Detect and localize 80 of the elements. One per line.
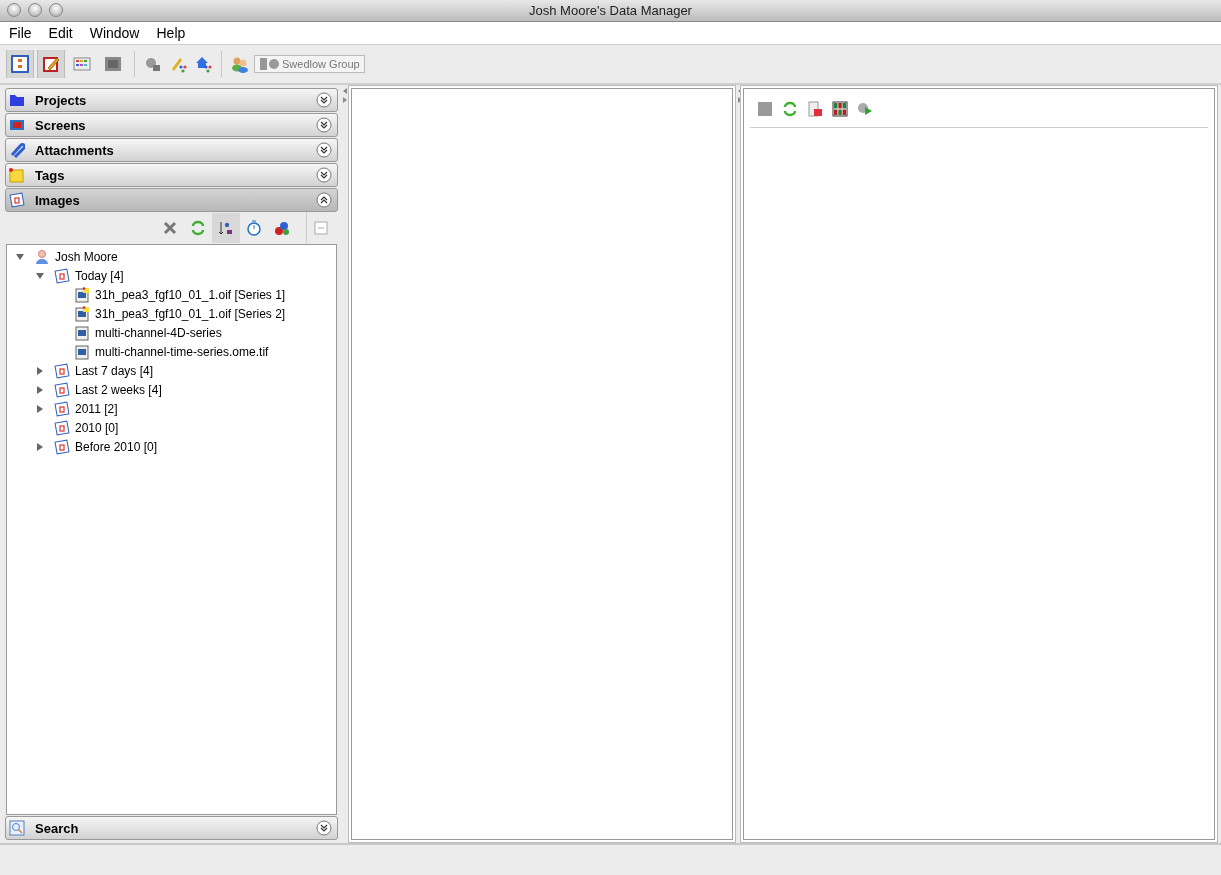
section-header[interactable]: Attachments: [5, 138, 338, 162]
tree-item[interactable]: Last 7 days [4]: [75, 363, 154, 378]
export-icon[interactable]: [807, 101, 823, 117]
person-icon: [34, 248, 50, 265]
paperclip-icon: [9, 142, 25, 158]
image-icon: [74, 343, 90, 360]
tree-view-button[interactable]: [6, 50, 34, 78]
splitter-arrows-icon[interactable]: [341, 88, 348, 104]
menu-item[interactable]: File: [9, 25, 43, 41]
calendar-icon: [54, 400, 70, 417]
folder-icon: [9, 92, 25, 108]
users-icon[interactable]: [231, 55, 249, 73]
tree-item[interactable]: multi-channel-4D-series: [95, 325, 222, 340]
pencil-icon[interactable]: [169, 55, 187, 73]
section-header[interactable]: Projects: [5, 88, 338, 112]
tag-icon: [9, 167, 25, 183]
tree-item[interactable]: Today [4]: [75, 268, 124, 283]
tree-item[interactable]: 31h_pea3_fgf10_01_1.oif [Series 2]: [95, 306, 286, 321]
sort-button[interactable]: [212, 213, 240, 243]
image-icon: [74, 324, 90, 341]
section-header[interactable]: Images: [5, 188, 338, 212]
grid-icon: [73, 55, 91, 73]
group-icon: [259, 58, 279, 70]
expand-icon[interactable]: [316, 142, 332, 158]
window-title: Josh Moore's Data Manager: [529, 3, 692, 18]
play-icon[interactable]: [857, 101, 873, 117]
house-icon[interactable]: [194, 55, 212, 73]
tagged-image-icon: [74, 286, 90, 303]
refresh-icon[interactable]: [782, 101, 798, 117]
calendar-icon: [9, 192, 25, 208]
screen-icon: [9, 117, 25, 133]
object-icon[interactable]: [144, 55, 162, 73]
tree-item[interactable]: multi-channel-time-series.ome.tif: [95, 344, 269, 359]
grid-icon[interactable]: [832, 101, 848, 117]
collapse-arrow-icon[interactable]: [15, 251, 25, 262]
tree-item[interactable]: Before 2010 [0]: [75, 439, 158, 454]
close-icon: [162, 220, 178, 236]
dots-icon: [274, 220, 290, 236]
refresh-icon: [190, 220, 206, 236]
section-header[interactable]: Tags: [5, 163, 338, 187]
calendar-icon: [54, 438, 70, 455]
collapse-arrow-icon[interactable]: [35, 270, 45, 281]
menu-item[interactable]: Window: [89, 25, 151, 41]
expand-arrow-icon[interactable]: [35, 384, 45, 395]
calendar-icon: [54, 362, 70, 379]
zoom-icon[interactable]: [49, 3, 63, 17]
menu-item[interactable]: Edit: [48, 25, 84, 41]
stopwatch-icon: [246, 220, 262, 236]
expand-icon[interactable]: [316, 167, 332, 183]
splitter-arrows-icon[interactable]: [736, 88, 743, 104]
tree-item[interactable]: 2011 [2]: [75, 401, 118, 416]
section-header[interactable]: Search: [5, 816, 338, 840]
tagged-image-icon: [74, 305, 90, 322]
collapse-icon[interactable]: [316, 192, 332, 208]
search-icon: [9, 820, 25, 836]
tree-item[interactable]: Josh Moore: [55, 249, 118, 264]
calendar-icon: [54, 419, 70, 436]
collapse-icon: [312, 220, 329, 236]
calendar-icon: [54, 381, 70, 398]
save-icon[interactable]: [757, 101, 773, 117]
expand-arrow-icon[interactable]: [35, 365, 45, 376]
expand-icon[interactable]: [316, 117, 332, 133]
tree-item[interactable]: Last 2 weeks [4]: [75, 382, 162, 397]
calendar-icon: [54, 267, 70, 284]
sort-icon: [218, 220, 234, 236]
tree-item[interactable]: 2010 [0]: [75, 420, 119, 435]
section-header[interactable]: Screens: [5, 113, 338, 137]
expand-icon[interactable]: [316, 92, 332, 108]
pencil-icon: [42, 55, 60, 73]
close-icon[interactable]: [7, 3, 21, 17]
group-selector[interactable]: Swedlow Group: [254, 55, 365, 73]
expand-icon[interactable]: [316, 820, 332, 836]
minimize-icon[interactable]: [28, 3, 42, 17]
expand-arrow-icon[interactable]: [35, 403, 45, 414]
viewer-icon: [104, 55, 122, 73]
tree-icon: [11, 55, 29, 73]
tree-item[interactable]: 31h_pea3_fgf10_01_1.oif [Series 1]: [95, 287, 286, 302]
expand-arrow-icon[interactable]: [35, 441, 45, 452]
edit-button[interactable]: [37, 50, 65, 78]
menu-item[interactable]: Help: [156, 25, 197, 41]
